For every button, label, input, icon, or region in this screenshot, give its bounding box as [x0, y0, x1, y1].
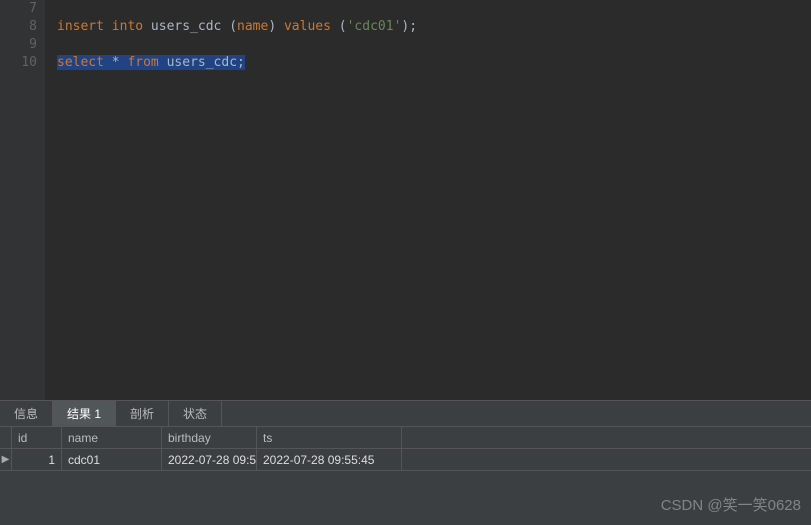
results-tabs: 信息 结果 1 剖析 状态 — [0, 401, 811, 427]
line-gutter: 7 8 9 10 — [0, 0, 45, 400]
line-number: 10 — [0, 54, 37, 72]
code-line — [57, 0, 811, 18]
tab-profile[interactable]: 剖析 — [116, 401, 169, 426]
tab-status[interactable]: 状态 — [169, 401, 222, 426]
code-line: insert into users_cdc (name) values ('cd… — [57, 18, 811, 36]
sql-editor[interactable]: 7 8 9 10 insert into users_cdc (name) va… — [0, 0, 811, 400]
column-header-birthday[interactable]: birthday — [162, 427, 257, 448]
cell-birthday[interactable]: 2022-07-28 09:5 — [162, 449, 257, 470]
row-indicator-header — [0, 427, 12, 448]
line-number: 9 — [0, 36, 37, 54]
code-line — [57, 36, 811, 54]
code-line: select * from users_cdc; — [57, 54, 811, 72]
grid-header: id name birthday ts — [0, 427, 811, 449]
code-area[interactable]: insert into users_cdc (name) values ('cd… — [45, 0, 811, 400]
table-row[interactable]: ▶ 1 cdc01 2022-07-28 09:5 2022-07-28 09:… — [0, 449, 811, 471]
tab-info[interactable]: 信息 — [0, 401, 53, 426]
column-header-name[interactable]: name — [62, 427, 162, 448]
cell-ts[interactable]: 2022-07-28 09:55:45 — [257, 449, 402, 470]
column-header-ts[interactable]: ts — [257, 427, 402, 448]
line-number: 8 — [0, 18, 37, 36]
line-number: 7 — [0, 0, 37, 18]
cell-id[interactable]: 1 — [12, 449, 62, 470]
current-row-icon: ▶ — [0, 449, 12, 470]
column-header-id[interactable]: id — [12, 427, 62, 448]
results-panel: 信息 结果 1 剖析 状态 id name birthday ts ▶ 1 cd… — [0, 400, 811, 525]
cell-name[interactable]: cdc01 — [62, 449, 162, 470]
tab-result[interactable]: 结果 1 — [53, 401, 116, 426]
selected-text: select * from users_cdc; — [57, 55, 245, 70]
